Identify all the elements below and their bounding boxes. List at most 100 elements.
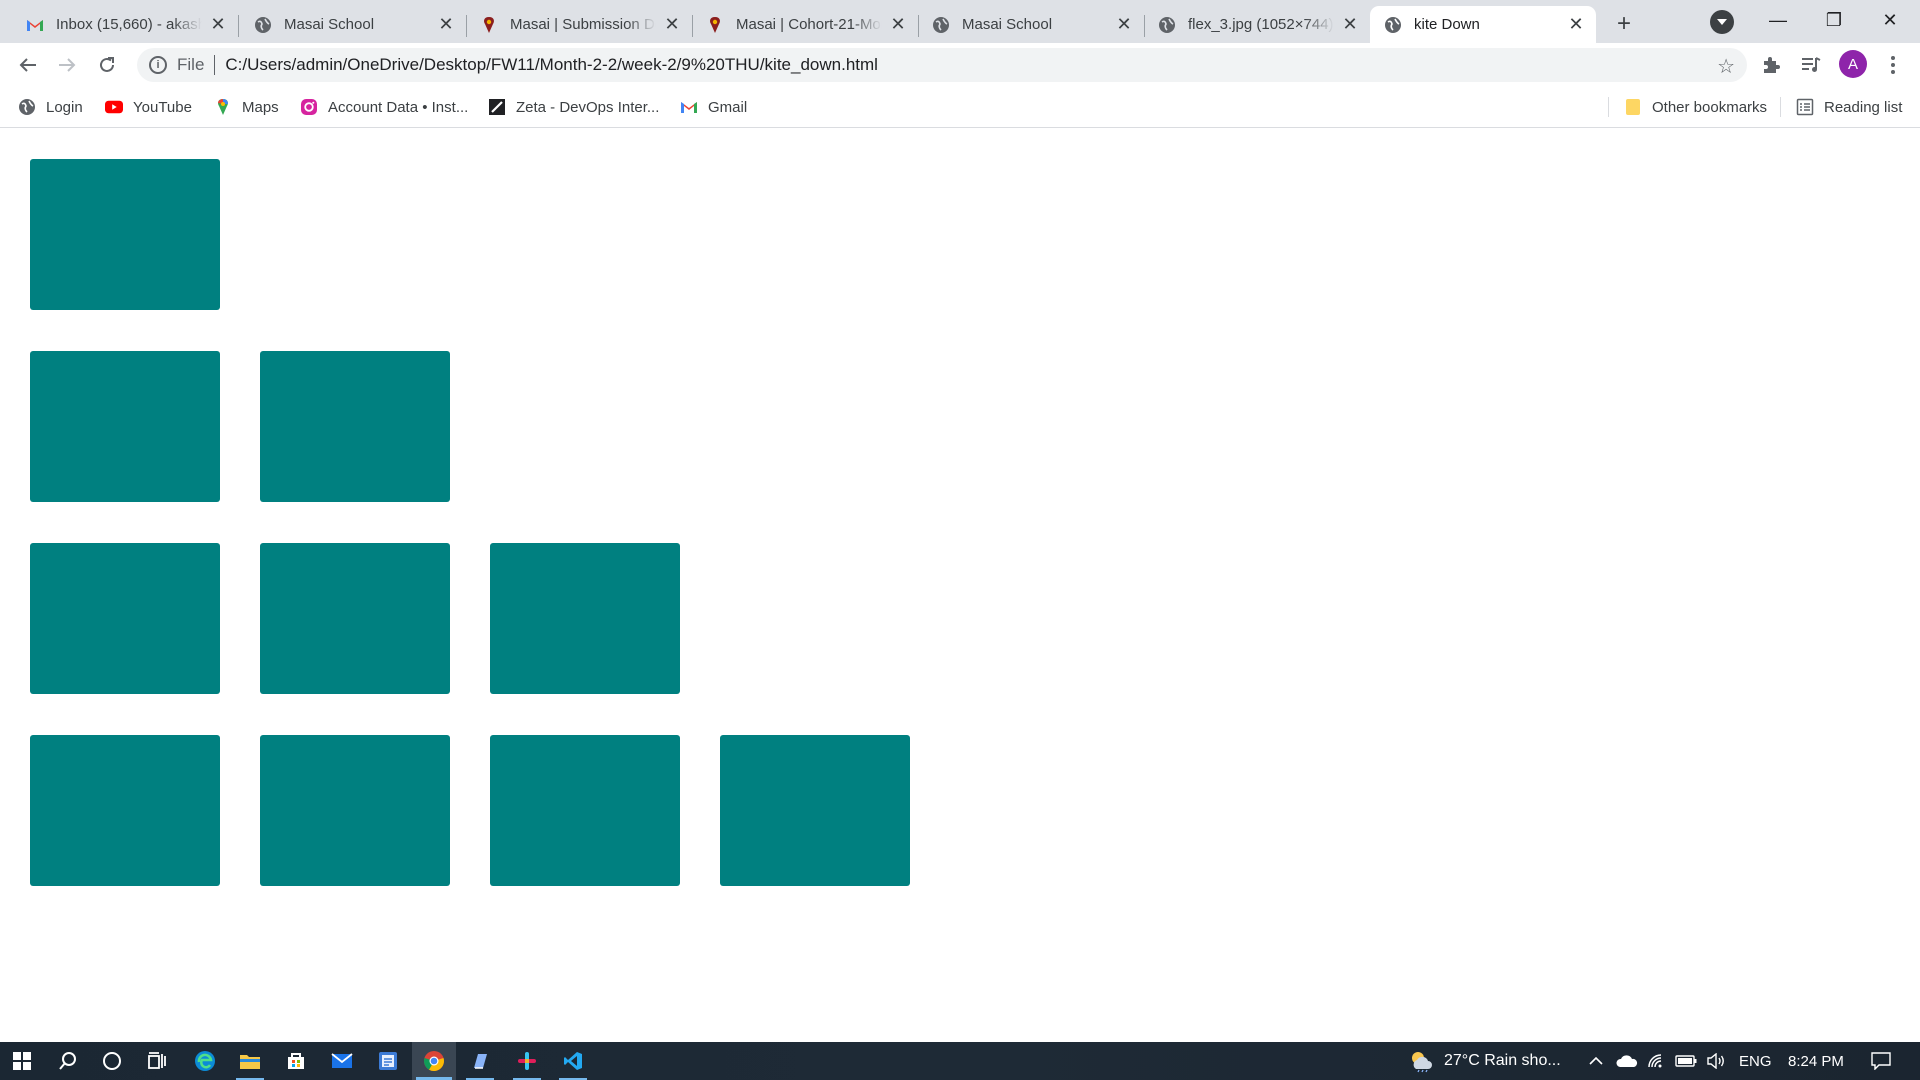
teal-box — [30, 543, 220, 694]
browser-menu-button[interactable] — [1879, 51, 1907, 79]
playlist-icon — [1802, 57, 1821, 72]
url-text[interactable]: C:/Users/admin/OneDrive/Desktop/FW11/Mon… — [225, 55, 878, 75]
bookmark-star-icon[interactable]: ☆ — [1717, 54, 1735, 79]
teal-box — [490, 735, 680, 886]
scheme-label: File — [177, 55, 205, 74]
teal-box — [30, 159, 220, 310]
teal-box — [260, 543, 450, 694]
media-controls-button[interactable] — [1797, 51, 1825, 79]
puzzle-icon — [1764, 57, 1780, 73]
battery-icon[interactable] — [1673, 1042, 1699, 1080]
edge-icon — [195, 1051, 215, 1071]
bookmark-youtube[interactable]: YouTube — [105, 96, 192, 118]
back-button[interactable] — [14, 51, 42, 79]
reading-list[interactable]: Reading list — [1796, 96, 1902, 118]
task-view-button[interactable] — [135, 1042, 179, 1080]
tab-kite-down[interactable]: kite Down ✕ — [1370, 6, 1596, 43]
globe-icon — [254, 16, 272, 34]
vscode-icon — [564, 1052, 582, 1070]
slack-icon — [518, 1052, 536, 1070]
bookmark-divider — [1780, 97, 1781, 117]
globe-icon — [932, 16, 950, 34]
close-icon[interactable]: ✕ — [436, 14, 456, 35]
tab-search-button[interactable] — [1710, 10, 1734, 34]
taskbar-mail[interactable] — [320, 1042, 364, 1080]
search-button[interactable] — [46, 1042, 90, 1080]
app-window-icon — [379, 1052, 397, 1070]
address-bar[interactable]: i File C:/Users/admin/OneDrive/Desktop/F… — [137, 48, 1747, 82]
volume-icon[interactable] — [1703, 1042, 1729, 1080]
taskbar-vscode[interactable] — [551, 1042, 595, 1080]
close-icon[interactable]: ✕ — [662, 14, 682, 35]
forward-button[interactable] — [53, 51, 81, 79]
notes-icon — [474, 1054, 487, 1069]
close-icon[interactable]: ✕ — [208, 14, 228, 35]
tab-title: Masai School — [284, 16, 375, 33]
language-indicator[interactable]: ENG — [1739, 1042, 1772, 1080]
clock[interactable]: 8:24 PM — [1788, 1042, 1844, 1080]
restore-button[interactable]: ❐ — [1806, 0, 1862, 40]
bookmark-divider — [1608, 97, 1609, 117]
other-bookmarks[interactable]: Other bookmarks — [1624, 96, 1767, 118]
close-icon[interactable]: ✕ — [888, 14, 908, 35]
bookmark-label: YouTube — [133, 98, 192, 116]
taskbar-slack[interactable] — [505, 1042, 549, 1080]
weather-text[interactable]: 27°C Rain sho... — [1444, 1042, 1561, 1080]
profile-avatar[interactable]: A — [1839, 50, 1867, 78]
taskbar-chrome[interactable] — [412, 1042, 456, 1080]
windows-taskbar: 27°C Rain sho... ENG 8:24 PM — [0, 1042, 1920, 1080]
globe-icon — [1158, 16, 1176, 34]
taskbar-notes-app[interactable] — [458, 1042, 502, 1080]
tab-flex-image[interactable]: flex_3.jpg (1052×744) ✕ — [1144, 6, 1370, 43]
store-icon — [288, 1053, 304, 1069]
weather-icon[interactable] — [1406, 1042, 1436, 1080]
teal-box — [490, 543, 680, 694]
info-icon[interactable]: i — [149, 56, 167, 74]
close-icon[interactable]: ✕ — [1340, 14, 1360, 35]
taskbar-store[interactable] — [274, 1042, 318, 1080]
cortana-icon — [103, 1052, 121, 1070]
tab-title: Inbox (15,660) - akash — [56, 16, 202, 33]
reload-button[interactable] — [93, 51, 121, 79]
tab-masai-cohort[interactable]: Masai | Cohort-21-Month ✕ — [692, 6, 919, 43]
teal-box — [30, 351, 220, 502]
close-icon[interactable]: ✕ — [1114, 14, 1134, 35]
extensions-button[interactable] — [1757, 51, 1785, 79]
close-icon[interactable]: ✕ — [1566, 14, 1586, 35]
taskbar-file-explorer[interactable] — [228, 1042, 272, 1080]
chevron-up-icon[interactable] — [1584, 1042, 1608, 1080]
arrow-right-icon — [59, 58, 76, 72]
tab-title: Masai | Cohort-21-Month — [736, 16, 882, 33]
bookmark-zeta[interactable]: Zeta - DevOps Inter... — [488, 96, 659, 118]
bookmark-maps[interactable]: Maps — [214, 96, 279, 118]
onedrive-icon[interactable] — [1614, 1042, 1640, 1080]
taskbar-calculator-app[interactable] — [366, 1042, 410, 1080]
arrow-left-icon — [19, 58, 36, 72]
cortana-button[interactable] — [90, 1042, 134, 1080]
new-tab-button[interactable]: + — [1610, 10, 1638, 38]
bookmark-instagram[interactable]: Account Data • Inst... — [300, 96, 468, 118]
bookmark-label: Account Data • Inst... — [328, 98, 469, 116]
notification-icon[interactable] — [1866, 1042, 1896, 1080]
tab-separator — [238, 15, 239, 37]
reading-list-icon — [1796, 98, 1814, 116]
tab-masai-submission[interactable]: Masai | Submission Details ✕ — [466, 6, 693, 43]
start-button[interactable] — [0, 1042, 44, 1080]
bookmark-label: Zeta - DevOps Inter... — [516, 98, 660, 116]
wifi-icon[interactable] — [1644, 1042, 1670, 1080]
bookmark-login[interactable]: Login — [18, 96, 83, 118]
folder-icon — [240, 1055, 260, 1069]
minimize-button[interactable]: — — [1750, 0, 1806, 40]
bookmark-gmail[interactable]: Gmail — [680, 96, 747, 118]
taskbar-edge[interactable] — [183, 1042, 227, 1080]
tab-gmail-inbox[interactable]: Inbox (15,660) - akash ✕ — [12, 6, 239, 43]
masai-icon — [480, 16, 498, 34]
tab-masai-school[interactable]: Masai School ✕ — [240, 6, 467, 43]
maps-icon — [214, 98, 232, 116]
browser-toolbar: i File C:/Users/admin/OneDrive/Desktop/F… — [0, 43, 1920, 87]
chrome-icon — [424, 1051, 444, 1072]
close-window-button[interactable]: ✕ — [1862, 0, 1918, 40]
tab-title: Masai School — [962, 16, 1053, 33]
tab-masai-school-2[interactable]: Masai School ✕ — [918, 6, 1145, 43]
bookmarks-bar: Login YouTube Maps Account Data • Inst..… — [0, 87, 1920, 128]
